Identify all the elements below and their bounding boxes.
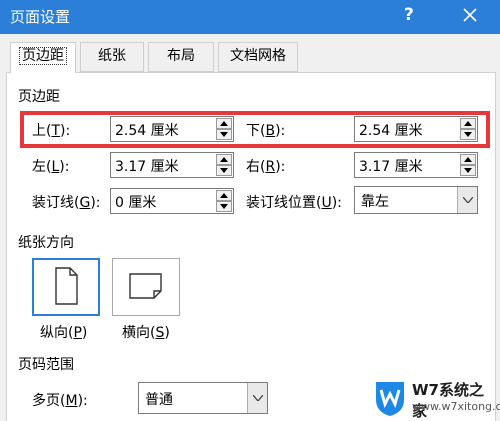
gutter-position-label: 装订线位置(U):: [246, 195, 342, 211]
chevron-down-icon[interactable]: [457, 187, 477, 213]
right-margin-label: 右(R):: [246, 159, 286, 175]
title-bar: 页面设置 ?: [0, 0, 500, 34]
multiple-pages-select[interactable]: 普通: [138, 382, 268, 414]
w7-logo-icon: [376, 382, 404, 416]
left-margin-input[interactable]: 3.17 厘米: [110, 152, 234, 178]
gutter-label: 装订线(G):: [32, 195, 101, 211]
orientation-section-label: 纸张方向: [18, 235, 74, 251]
landscape-page-icon: [129, 273, 162, 299]
highlight-box: [20, 111, 490, 148]
watermark: W7系统之家 www.w7xitong.com: [368, 376, 500, 420]
spin-up-icon[interactable]: [216, 154, 232, 165]
tab-paper[interactable]: 纸张: [80, 42, 144, 72]
help-button[interactable]: ?: [404, 5, 414, 25]
gutter-input[interactable]: 0 厘米: [110, 188, 234, 214]
spin-up-icon[interactable]: [216, 190, 232, 201]
spin-down-icon[interactable]: [216, 165, 232, 176]
portrait-label[interactable]: 纵向(P): [40, 322, 87, 342]
spin-down-icon[interactable]: [216, 201, 232, 212]
pages-section-label: 页码范围: [18, 357, 74, 373]
close-icon[interactable]: [458, 2, 482, 28]
tab-document-grid[interactable]: 文档网格: [218, 42, 298, 72]
margins-section-label: 页边距: [18, 89, 60, 105]
landscape-label[interactable]: 横向(S): [122, 322, 170, 342]
watermark-url: www.w7xitong.com: [412, 400, 500, 413]
tab-margins[interactable]: 页边距: [10, 42, 76, 73]
right-margin-input[interactable]: 3.17 厘米: [354, 152, 478, 178]
tab-layout[interactable]: 布局: [148, 42, 214, 72]
spin-up-icon[interactable]: [460, 154, 476, 165]
chevron-down-icon[interactable]: [247, 383, 267, 413]
left-margin-label: 左(L):: [32, 159, 70, 175]
landscape-option[interactable]: [112, 258, 180, 316]
multiple-pages-label: 多页(M):: [32, 393, 88, 409]
portrait-option[interactable]: [32, 258, 100, 316]
window-title: 页面设置: [10, 8, 71, 26]
portrait-page-icon: [55, 267, 78, 305]
gutter-position-select[interactable]: 靠左: [354, 186, 478, 214]
spin-down-icon[interactable]: [460, 165, 476, 176]
